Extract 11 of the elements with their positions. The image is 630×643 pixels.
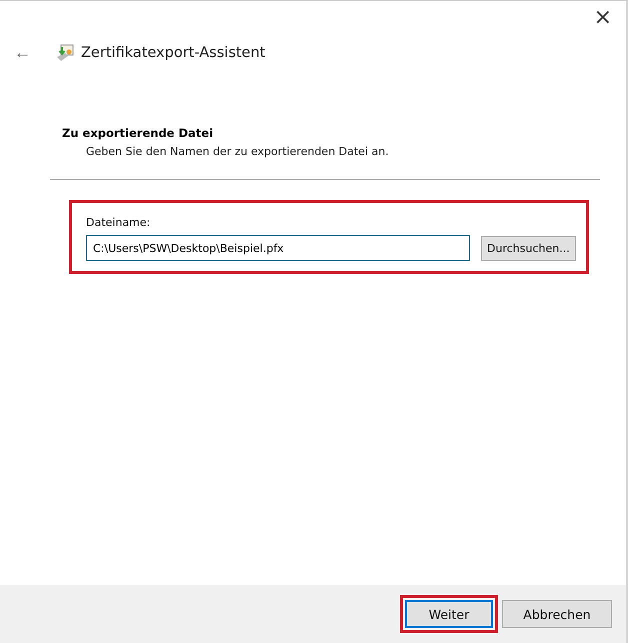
field-label: Dateiname: [86,216,152,229]
close-button[interactable]: × [580,1,626,33]
wizard-button[interactable]: Weiter [405,600,493,628]
page-heading: Zu exportierende Datei [62,126,214,140]
back-button[interactable]: ← [8,43,37,63]
window-title: Zertifikatexport-Assistent [81,45,266,61]
wizard-button[interactable]: Abbrechen [502,600,612,628]
browse-button[interactable]: Durchsuchen... [481,236,576,260]
page-description: Geben Sie den Namen der zu exportierenden Datei an. [86,145,390,158]
certificate-icon [55,43,75,63]
file-name-field[interactable]: C:\Users\PSW\Desktop\Beispiel.pfx [86,235,470,261]
